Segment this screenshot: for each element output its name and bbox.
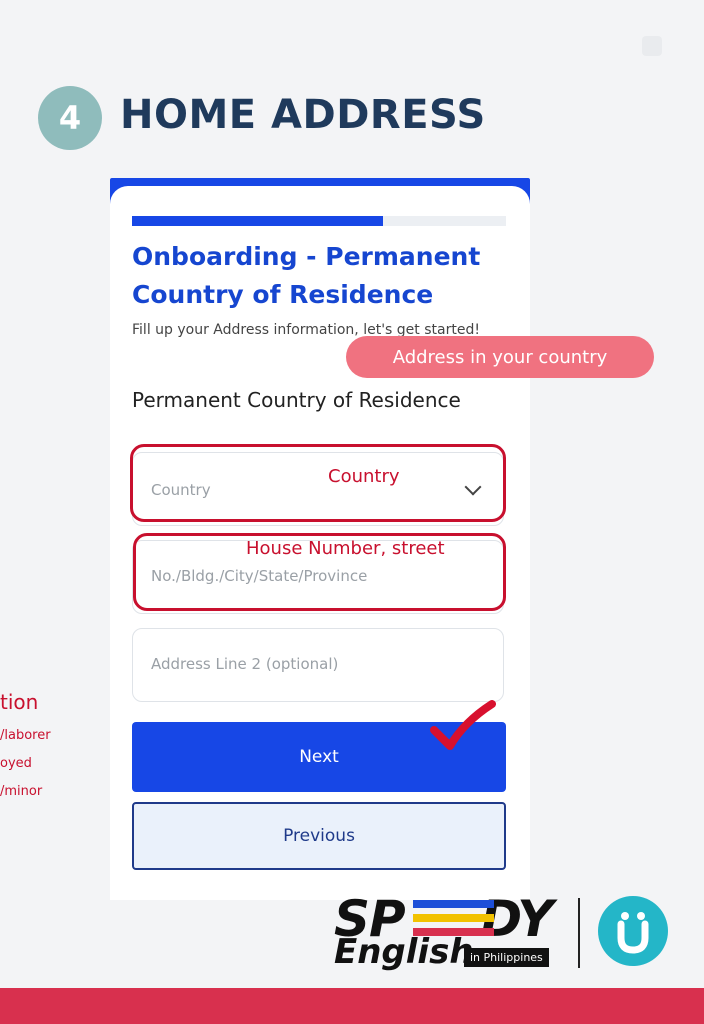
previous-button[interactable]: Previous	[132, 802, 506, 870]
section-title: Permanent Country of Residence	[132, 388, 461, 412]
note-item: /minor	[0, 784, 43, 799]
note-item: oyed	[0, 756, 32, 771]
annotation-pill: Address in your country	[346, 336, 654, 378]
brand-divider	[578, 898, 580, 968]
step-title: HOME ADDRESS	[120, 92, 486, 138]
brand-english-text: English	[334, 932, 474, 972]
progress-fill	[132, 216, 383, 226]
brand-badge: in Philippines	[464, 948, 549, 967]
note-heading: tion	[0, 690, 39, 714]
flag-stripes-logo	[413, 900, 455, 936]
footer-bar	[0, 988, 704, 1024]
address-line-2-input[interactable]: Address Line 2 (optional)	[132, 628, 504, 702]
country-annotation-label: Country	[328, 466, 400, 487]
corner-mark	[642, 36, 662, 56]
screen-title: Onboarding - Permanent Country of Reside…	[132, 242, 481, 309]
house-annotation-label: House Number, street	[246, 538, 445, 559]
brand-logo-icon	[598, 896, 668, 966]
note-item: /laborer	[0, 728, 51, 743]
country-highlight-box	[130, 444, 506, 522]
flag-stripes-logo	[452, 900, 494, 936]
checkmark-icon	[430, 700, 496, 750]
address-line-2-placeholder: Address Line 2 (optional)	[151, 655, 339, 673]
progress-bar	[132, 216, 506, 226]
step-number-badge: 4	[38, 86, 102, 150]
